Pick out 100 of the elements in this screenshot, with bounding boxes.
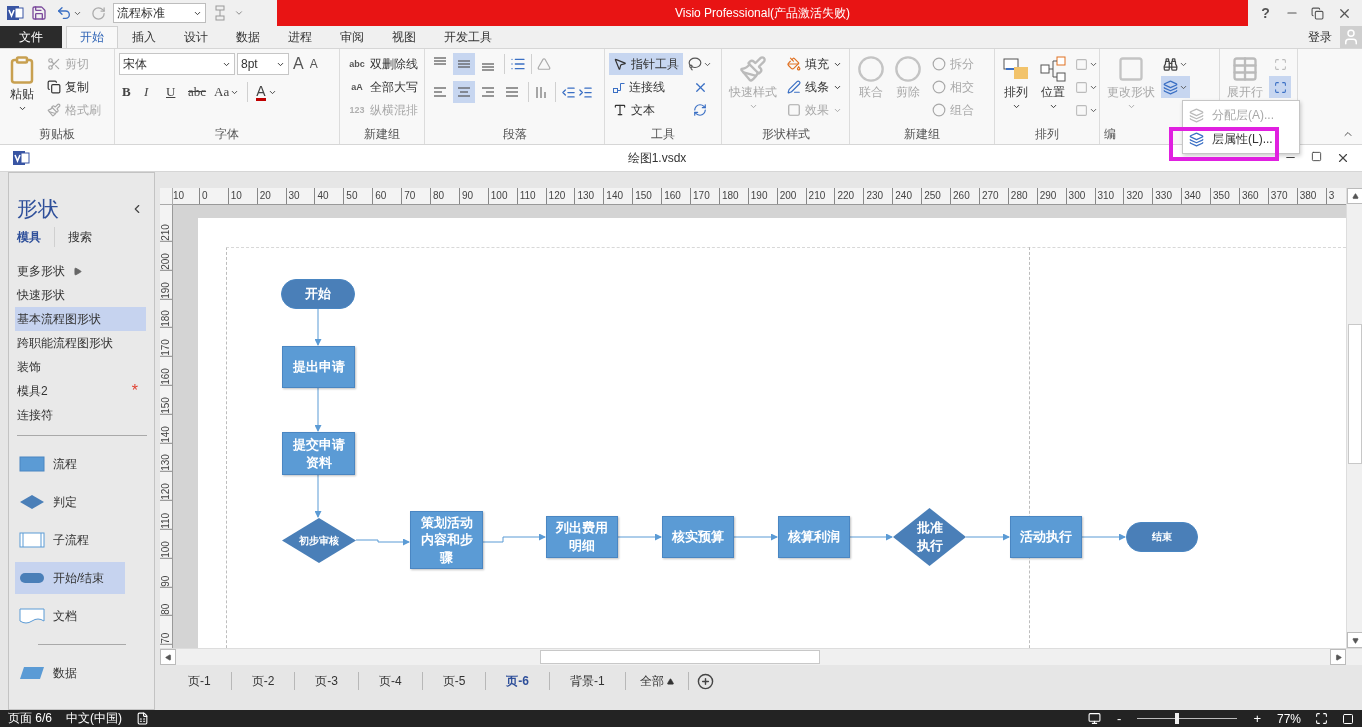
- paste-button[interactable]: 粘贴: [4, 53, 40, 115]
- page-status: 页面 6/6: [8, 710, 52, 727]
- stencil-item[interactable]: 跨职能流程图形状: [15, 331, 146, 355]
- increase-indent-icon[interactable]: [578, 84, 593, 100]
- horizontal-align-icon: [458, 87, 470, 97]
- zoom-slider-thumb[interactable]: [1175, 713, 1180, 724]
- ruler-label: 70: [160, 616, 172, 645]
- stencil-item[interactable]: 更多形状: [15, 259, 146, 283]
- connector-arrow: [314, 387, 322, 432]
- scroll-thumb[interactable]: [540, 650, 820, 664]
- zoom-out-button[interactable]: -: [1115, 711, 1124, 726]
- ribbon-tab[interactable]: 数据: [222, 26, 274, 48]
- customize-caret-icon[interactable]: [234, 8, 244, 18]
- square-icon: [1075, 103, 1088, 117]
- restore-icon[interactable]: [1311, 6, 1325, 20]
- text-style-button[interactable]: aA 全部大写: [344, 76, 422, 98]
- vertical-scrollbar[interactable]: [1346, 188, 1362, 648]
- visio-logo-icon: [6, 4, 24, 22]
- stencil-item[interactable]: 模具2 *: [15, 379, 146, 403]
- stencil-item[interactable]: 连接符: [15, 403, 146, 427]
- format-button[interactable]: U: [163, 81, 183, 103]
- presentation-mode-icon[interactable]: [1088, 712, 1102, 725]
- format-button[interactable]: I: [141, 81, 161, 103]
- scroll-up-button[interactable]: [1347, 188, 1362, 204]
- ruler-label: 160: [160, 357, 172, 386]
- shape-item[interactable]: 数据: [15, 657, 125, 689]
- panel-tab[interactable]: 搜索: [68, 228, 92, 246]
- format-button[interactable]: abc: [185, 81, 210, 103]
- page-tab[interactable]: 页-6: [486, 672, 551, 690]
- close-icon[interactable]: [1336, 151, 1350, 165]
- shape-item[interactable]: 子流程: [15, 524, 125, 556]
- process-shape: 策划活动内容和步骤: [410, 511, 483, 569]
- shape-item[interactable]: 判定: [15, 486, 125, 518]
- vertical-align-button[interactable]: [453, 53, 475, 75]
- arrange-button[interactable]: 位置: [1036, 53, 1070, 113]
- font-family-field[interactable]: 宋体: [119, 53, 235, 75]
- save-icon[interactable]: [31, 5, 47, 21]
- decrease-indent-icon[interactable]: [561, 84, 576, 100]
- ribbon-tab[interactable]: 视图: [378, 26, 430, 48]
- zoom-in-button[interactable]: +: [1251, 711, 1263, 726]
- shape-item[interactable]: 文档: [15, 600, 125, 632]
- pen-icon: [787, 80, 801, 94]
- ribbon-tab[interactable]: 开发工具: [430, 26, 506, 48]
- tool-button[interactable]: 连接线: [609, 76, 683, 98]
- style-button[interactable]: 线条: [783, 76, 846, 98]
- page-tab[interactable]: 页-1: [168, 672, 232, 690]
- sign-in-link[interactable]: 登录: [1300, 28, 1340, 46]
- clipboard-button[interactable]: 复制: [43, 76, 105, 98]
- connector-arrow: [314, 474, 322, 518]
- page-tab[interactable]: 页-2: [231, 672, 296, 690]
- arrange-button[interactable]: 排列: [999, 53, 1033, 113]
- ruler-label: 240: [892, 188, 922, 204]
- process-shape: 提出申请: [282, 346, 355, 388]
- scroll-left-button[interactable]: [160, 649, 176, 665]
- ribbon-tab[interactable]: 审阅: [326, 26, 378, 48]
- ruler-label: 210: [805, 188, 835, 204]
- circle-icon: [932, 103, 946, 117]
- stencil-item[interactable]: 快速形状: [15, 283, 146, 307]
- ribbon-tab[interactable]: 进程: [274, 26, 326, 48]
- format-button[interactable]: B: [119, 81, 139, 103]
- panel-tab[interactable]: 模具: [17, 228, 41, 246]
- stencil-item[interactable]: 装饰: [15, 355, 146, 379]
- page-tab[interactable]: 页-3: [295, 672, 359, 690]
- help-button[interactable]: ?: [1258, 5, 1273, 21]
- maximize-icon[interactable]: [1311, 151, 1322, 162]
- ruler-label: 100: [487, 188, 517, 204]
- shrink-font-button[interactable]: A: [307, 57, 320, 71]
- font-color-button[interactable]: A: [253, 83, 280, 101]
- ribbon-tab[interactable]: 设计: [170, 26, 222, 48]
- ribbon-tab[interactable]: 插入: [118, 26, 170, 48]
- redo-icon[interactable]: [91, 5, 106, 21]
- ruler-label: 190: [160, 270, 172, 300]
- page-tab[interactable]: 页-5: [422, 672, 487, 690]
- file-tab[interactable]: 文件: [0, 26, 62, 48]
- scroll-down-button[interactable]: [1347, 632, 1362, 648]
- horizontal-align-button[interactable]: [453, 81, 475, 103]
- tool-button[interactable]: 文本: [609, 99, 683, 121]
- macro-icon[interactable]: [136, 712, 149, 725]
- style-combo[interactable]: 流程标准: [113, 3, 206, 23]
- shape-item[interactable]: 流程: [15, 448, 125, 480]
- scroll-right-button[interactable]: [1330, 649, 1346, 665]
- shape-item[interactable]: 开始/结束: [15, 562, 125, 594]
- ruler-label: 170: [690, 188, 719, 204]
- container-button[interactable]: [1269, 76, 1291, 98]
- page-tab[interactable]: 页-4: [359, 672, 423, 690]
- table-icon: [1231, 55, 1259, 83]
- font-size-field[interactable]: 8pt: [237, 53, 289, 75]
- scroll-thumb[interactable]: [1347, 324, 1362, 464]
- style-button[interactable]: 填充: [783, 53, 846, 75]
- all-pages-button[interactable]: 全部: [625, 672, 689, 690]
- format-button[interactable]: Aa: [211, 81, 243, 103]
- text-style-button[interactable]: abc 双删除线: [344, 53, 422, 75]
- fit-page-icon[interactable]: [1315, 712, 1328, 725]
- stencil-item[interactable]: 基本流程图形状: [15, 307, 146, 331]
- bullet-list-icon[interactable]: [510, 56, 526, 72]
- switch-window-icon[interactable]: [1342, 712, 1354, 725]
- tool-button[interactable]: 指针工具: [609, 53, 683, 75]
- ribbon-tab[interactable]: 开始: [66, 26, 118, 48]
- page-tab[interactable]: 背景-1: [550, 672, 626, 690]
- grow-font-button[interactable]: A: [291, 55, 306, 73]
